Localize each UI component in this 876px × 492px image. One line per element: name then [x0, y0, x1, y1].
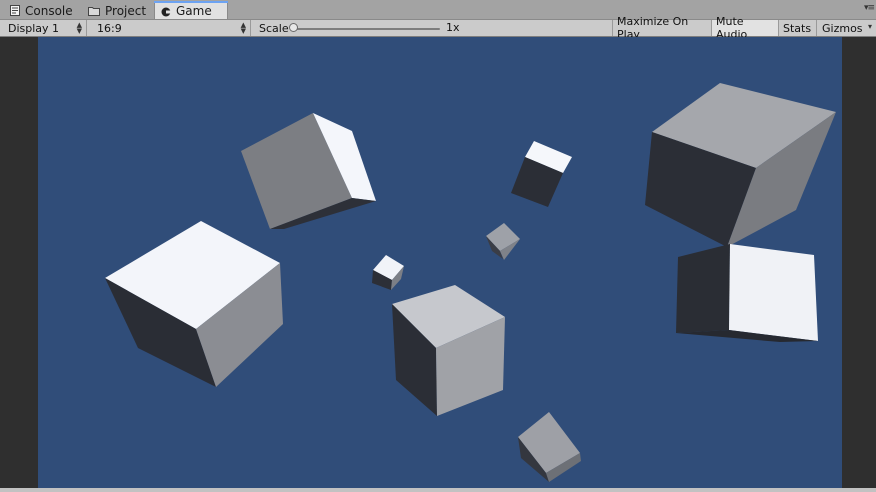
scale-slider-thumb[interactable] — [289, 23, 298, 32]
stepper-arrows-icon: ▲ ▼ — [240, 21, 246, 35]
tab-project-label: Project — [105, 3, 147, 18]
tab-game-label: Game — [176, 4, 212, 18]
stats-label: Stats — [783, 21, 812, 35]
display-dropdown-value: Display 1 — [8, 21, 60, 35]
stats-toggle[interactable]: Stats — [779, 20, 817, 36]
game-viewport[interactable] — [38, 37, 842, 488]
letterbox-left — [0, 37, 38, 488]
folder-icon — [88, 5, 100, 16]
cube — [372, 255, 404, 290]
letterbox-right — [842, 37, 876, 488]
mute-audio-toggle[interactable]: Mute Audio — [712, 15, 779, 41]
scene-render — [105, 83, 836, 482]
tab-menu-icon[interactable]: ▾≡ — [864, 3, 875, 13]
stepper-arrows-icon: ▲ ▼ — [76, 21, 82, 35]
aspect-dropdown[interactable]: 16:9 ▲ ▼ — [89, 20, 251, 36]
game-controller-icon — [161, 6, 171, 17]
tab-project[interactable]: Project — [82, 2, 158, 19]
scale-slider-track[interactable] — [294, 28, 440, 30]
cube — [645, 83, 836, 247]
cube — [241, 113, 376, 229]
cube — [392, 285, 505, 416]
gizmos-label: Gizmos — [822, 21, 863, 35]
gizmos-dropdown[interactable]: Gizmos ▾ — [817, 20, 876, 36]
maximize-on-play-toggle[interactable]: Maximize On Play — [612, 15, 712, 41]
aspect-dropdown-value: 16:9 — [97, 21, 122, 35]
cube — [676, 244, 818, 342]
game-view-toolbar: Display 1 ▲ ▼ 16:9 ▲ ▼ Scale 1x Maximize O… — [0, 15, 876, 41]
tab-console-label: Console — [25, 3, 73, 18]
cube — [518, 412, 581, 482]
chevron-down-icon: ▾ — [867, 22, 872, 31]
console-icon — [10, 5, 20, 16]
cube — [105, 221, 283, 387]
tab-game[interactable]: Game — [154, 1, 228, 20]
scale-value: 1x — [446, 21, 460, 34]
scale-label: Scale — [259, 21, 289, 35]
display-dropdown[interactable]: Display 1 ▲ ▼ — [0, 20, 87, 36]
bottom-edge — [0, 488, 876, 492]
tab-console[interactable]: Console — [4, 2, 88, 19]
cube — [511, 141, 572, 207]
cube — [486, 223, 520, 260]
